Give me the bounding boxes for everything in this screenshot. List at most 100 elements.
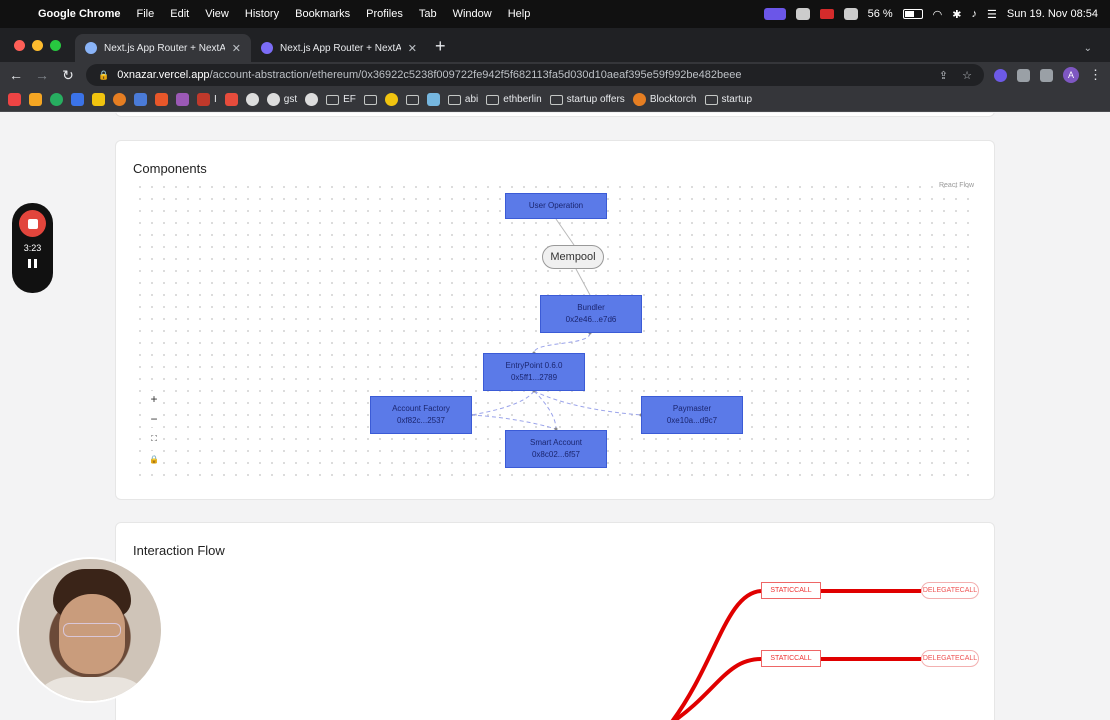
control-center-icon[interactable]: ☰ (987, 8, 997, 21)
bookmark-label: ethberlin (503, 94, 542, 105)
node-account-factory[interactable]: Account Factory 0xf82c...2537 (370, 396, 472, 434)
node-bundler[interactable]: Bundler 0x2e46...e7d6 (540, 295, 642, 333)
bookmark-label: abi (464, 94, 479, 105)
flow-line-1 (670, 589, 762, 720)
bookmark-a-icon[interactable] (134, 93, 147, 106)
menu-history[interactable]: History (237, 8, 287, 20)
bookmark-folder-startup-offers[interactable]: startup offers (549, 94, 625, 105)
emoji-icon[interactable] (384, 93, 398, 106)
folder-icon[interactable] (405, 94, 419, 105)
node-entrypoint[interactable]: EntryPoint 0.6.0 0x5ff1...2789 (483, 353, 585, 391)
node-mempool[interactable]: Mempool (542, 245, 604, 269)
keyboard-flag-icon[interactable] (819, 9, 834, 19)
screen-record-icon[interactable] (763, 8, 786, 20)
close-icon[interactable]: ✕ (408, 42, 417, 55)
node-label: Account Factory (392, 404, 450, 413)
delegatecall-badge[interactable]: DELEGATECALL (921, 582, 979, 599)
menu-app-name[interactable]: Google Chrome (36, 8, 129, 20)
node-address: 0x8c02...6f57 (531, 450, 581, 459)
zoom-in-button[interactable]: + (146, 391, 162, 407)
menu-window[interactable]: Window (445, 8, 500, 20)
bluetooth-icon[interactable]: ✱ (952, 8, 961, 21)
pause-icon[interactable] (28, 259, 37, 268)
vpn-icon[interactable] (795, 8, 810, 20)
staticcall-badge[interactable]: STATICCALL (761, 650, 821, 667)
bookmark-i[interactable]: I (197, 93, 217, 106)
close-icon[interactable]: ✕ (232, 42, 241, 55)
zoom-window-button[interactable] (50, 39, 61, 51)
tab-nextjs-2[interactable]: Next.js App Router + NextAuth ✕ (251, 34, 427, 62)
interaction-flow-lines (670, 589, 921, 720)
bookmark-chart-icon[interactable] (8, 93, 21, 106)
address-bar[interactable]: 🔒 0xnazar.vercel.app/account-abstraction… (86, 64, 984, 86)
bookmark-bars-icon[interactable] (29, 93, 42, 106)
more-menu-icon[interactable]: ⋮ (1089, 67, 1102, 83)
tab-title: Next.js App Router + NextAuth (104, 42, 225, 54)
node-user-operation[interactable]: User Operation (505, 193, 607, 219)
menu-help[interactable]: Help (500, 8, 539, 20)
menu-view[interactable]: View (197, 8, 237, 20)
staticcall-badge[interactable]: STATICCALL (761, 582, 821, 599)
globe-icon[interactable] (305, 93, 319, 106)
menu-edit[interactable]: Edit (162, 8, 197, 20)
node-label: Mempool (550, 251, 596, 263)
stop-recording-button[interactable] (19, 210, 46, 237)
previous-card (115, 113, 995, 117)
bookmark-purple-icon[interactable] (176, 93, 189, 106)
node-smart-account[interactable]: Smart Account 0x8c02...6f57 (505, 430, 607, 468)
battery-icon[interactable] (902, 9, 923, 19)
bookmark-folder-ef[interactable]: EF (326, 94, 356, 105)
volume-icon[interactable]: ♪ (972, 8, 978, 20)
tab-search-chevron-icon[interactable]: ⌄ (1066, 43, 1110, 62)
interaction-flow-card: Interaction Flow STATICCALL DELEGATECALL… (115, 522, 995, 720)
bookmarks-bar: I gst EF abi ethberlin startup offers Bl… (0, 88, 1110, 112)
bookmark-star-icon[interactable]: ☆ (962, 69, 972, 82)
macos-menubar: Google Chrome File Edit View History Boo… (0, 0, 1110, 28)
bookmark-folder-ethberlin[interactable]: ethberlin (486, 94, 542, 105)
github-icon[interactable] (245, 93, 259, 106)
menu-profiles[interactable]: Profiles (358, 8, 411, 20)
bookmark-yellow-icon[interactable] (92, 93, 105, 106)
lock-button[interactable]: 🔒 (146, 451, 162, 467)
menu-bookmarks[interactable]: Bookmarks (287, 8, 358, 20)
extension-icon[interactable] (994, 68, 1007, 82)
bookmark-gst[interactable]: gst (266, 93, 297, 106)
datetime[interactable]: Sun 19. Nov 08:54 (1007, 8, 1098, 20)
wifi-icon[interactable]: ◠ (933, 8, 943, 21)
bookmark-bird-icon[interactable] (426, 93, 440, 106)
delegatecall-badge[interactable]: DELEGATECALL (921, 650, 979, 667)
menu-tab[interactable]: Tab (411, 8, 445, 20)
tab-nextjs-1[interactable]: Next.js App Router + NextAuth ✕ (75, 34, 251, 62)
fit-view-button[interactable]: ⛶ (146, 431, 162, 447)
zoom-out-button[interactable]: − (146, 411, 162, 427)
reload-button[interactable]: ↻ (60, 67, 76, 84)
node-paymaster[interactable]: Paymaster 0xe10a...d9c7 (641, 396, 743, 434)
forward-button[interactable]: → (34, 67, 50, 83)
headphones-icon[interactable] (843, 8, 858, 20)
minimize-window-button[interactable] (32, 39, 43, 51)
new-tab-button[interactable]: + (427, 36, 454, 62)
bookmark-diamond-icon[interactable] (71, 93, 84, 106)
back-button[interactable]: ← (8, 67, 24, 83)
folder-icon[interactable] (363, 94, 377, 105)
share-icon[interactable]: ⇪ (939, 69, 948, 82)
react-flow-attribution[interactable]: React Flow (939, 182, 974, 189)
bookmark-box-icon[interactable] (155, 93, 168, 106)
profile-avatar[interactable]: A (1063, 67, 1079, 83)
webcam-bubble[interactable] (17, 557, 163, 703)
bookmark-folder-abi[interactable]: abi (447, 94, 479, 105)
page-content[interactable]: Components React Flow User Operation Mem… (0, 113, 1110, 720)
site-info-icon[interactable]: 🔒 (98, 70, 109, 81)
url-path: /account-abstraction/ethereum/0x36922c52… (209, 69, 742, 81)
close-window-button[interactable] (14, 39, 25, 51)
bookmark-red2-icon[interactable] (224, 93, 238, 106)
bookmark-folder-startup[interactable]: startup (704, 94, 752, 105)
side-panel-icon[interactable] (1040, 68, 1053, 82)
menu-file[interactable]: File (129, 8, 163, 20)
bookmark-label: EF (343, 94, 356, 105)
bookmark-label: startup offers (566, 94, 625, 105)
puzzle-icon[interactable] (1017, 68, 1030, 82)
bookmark-chrome-icon[interactable] (113, 93, 126, 106)
bookmark-green-icon[interactable] (50, 93, 63, 106)
bookmark-blocktorch[interactable]: Blocktorch (632, 93, 697, 106)
